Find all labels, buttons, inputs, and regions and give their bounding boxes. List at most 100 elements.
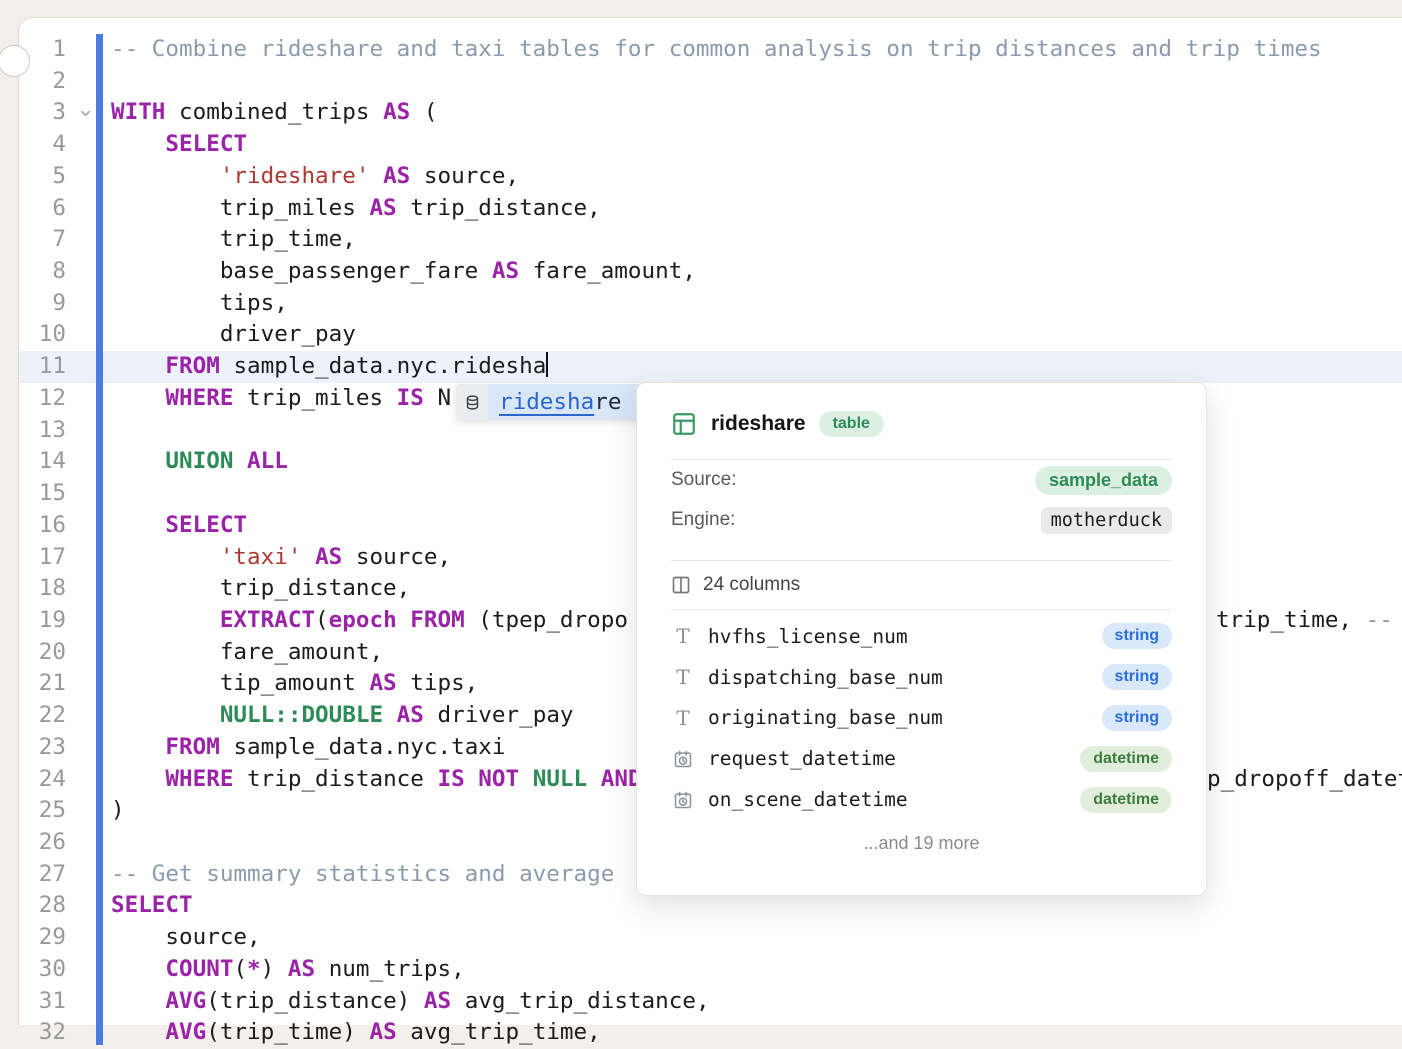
code-text-right-fragment: p_dropoff_datet (1207, 764, 1402, 796)
code-text: SELECT (111, 510, 247, 542)
fold-gutter (66, 34, 111, 66)
popup-header: rideshare table (671, 409, 1172, 439)
code-line-7[interactable]: 7 trip_time, (19, 224, 1402, 256)
autocomplete-item-rideshare[interactable]: rideshare (488, 384, 651, 420)
code-line-2[interactable]: 2 (19, 66, 1402, 98)
line-number: 17 (19, 542, 66, 574)
fold-gutter (66, 478, 111, 510)
column-name: hvfhs_license_num (708, 625, 1102, 648)
table-icon (671, 411, 697, 437)
code-text: SELECT (111, 129, 247, 161)
engine-label: Engine: (671, 509, 735, 531)
column-row: Thvfhs_license_numstring (671, 616, 1172, 657)
fold-gutter (66, 256, 111, 288)
code-line-30[interactable]: 30 COUNT(*) AS num_trips, (19, 954, 1402, 986)
fold-gutter (66, 542, 111, 574)
fold-gutter (66, 637, 111, 669)
fold-gutter (66, 1017, 111, 1049)
line-number: 12 (19, 383, 66, 415)
line-number: 25 (19, 795, 66, 827)
line-number: 21 (19, 668, 66, 700)
fold-gutter (66, 700, 111, 732)
code-line-6[interactable]: 6 trip_miles AS trip_distance, (19, 193, 1402, 225)
fold-gutter (66, 986, 111, 1018)
code-line-5[interactable]: 5 'rideshare' AS source, (19, 161, 1402, 193)
fold-gutter (66, 764, 111, 796)
calendar-clock-icon (671, 790, 695, 810)
code-line-10[interactable]: 10 driver_pay (19, 319, 1402, 351)
code-line-3[interactable]: 3WITH combined_trips AS ( (19, 97, 1402, 129)
line-number: 2 (19, 66, 66, 98)
code-line-11[interactable]: 11 FROM sample_data.nyc.ridesha (19, 351, 1402, 383)
line-number: 1 (19, 34, 66, 66)
code-text: AVG(trip_distance) AS avg_trip_distance, (111, 986, 710, 1018)
code-text: trip_distance, (111, 573, 410, 605)
line-number: 24 (19, 764, 66, 796)
cell-indicator-bar (96, 34, 103, 1045)
line-number: 23 (19, 732, 66, 764)
code-text: AVG(trip_time) AS avg_trip_time, (111, 1017, 601, 1049)
line-number: 6 (19, 193, 66, 225)
fold-gutter (66, 415, 111, 447)
source-value-badge: sample_data (1035, 466, 1172, 495)
text-type-icon: T (671, 667, 695, 687)
line-number: 14 (19, 446, 66, 478)
line-number: 8 (19, 256, 66, 288)
fold-gutter (66, 668, 111, 700)
fold-gutter (66, 193, 111, 225)
code-line-1[interactable]: 1 -- Combine rideshare and taxi tables fo… (19, 34, 1402, 66)
code-line-31[interactable]: 31 AVG(trip_distance) AS avg_trip_distan… (19, 986, 1402, 1018)
column-row: on_scene_datetimedatetime (671, 779, 1172, 820)
code-text: WHERE trip_miles IS N (111, 383, 451, 415)
source-label: Source: (671, 469, 736, 491)
column-type-badge: string (1102, 664, 1172, 690)
code-text: UNION ALL (111, 446, 288, 478)
code-text: -- Combine rideshare and taxi tables for… (111, 34, 1322, 66)
line-number: 7 (19, 224, 66, 256)
fold-gutter (66, 446, 111, 478)
code-text: trip_miles AS trip_distance, (111, 193, 601, 225)
code-line-9[interactable]: 9 tips, (19, 288, 1402, 320)
line-number: 19 (19, 605, 66, 637)
column-row: Toriginating_base_numstring (671, 698, 1172, 739)
text-cursor (546, 352, 548, 377)
line-number: 11 (19, 351, 66, 383)
column-name: request_datetime (708, 747, 1080, 770)
column-type-badge: datetime (1080, 787, 1172, 813)
code-text: fare_amount, (111, 637, 383, 669)
line-number: 16 (19, 510, 66, 542)
column-name: on_scene_datetime (708, 788, 1080, 811)
table-name-title: rideshare (711, 412, 806, 436)
columns-icon (671, 575, 691, 595)
code-text: tip_amount AS tips, (111, 668, 478, 700)
line-number: 20 (19, 637, 66, 669)
fold-gutter (66, 795, 111, 827)
columns-count-text: 24 columns (703, 574, 800, 596)
line-number: 15 (19, 478, 66, 510)
fold-gutter (66, 129, 111, 161)
code-line-8[interactable]: 8 base_passenger_fare AS fare_amount, (19, 256, 1402, 288)
code-text: SELECT (111, 890, 193, 922)
fold-gutter (66, 224, 111, 256)
columns-list: Thvfhs_license_numstringTdispatching_bas… (671, 616, 1172, 820)
line-number: 22 (19, 700, 66, 732)
fold-gutter (66, 859, 111, 891)
line-number: 26 (19, 827, 66, 859)
sql-editor-cell: 1 -- Combine rideshare and taxi tables fo… (18, 17, 1402, 1025)
code-line-4[interactable]: 4 SELECT (19, 129, 1402, 161)
fold-gutter (66, 922, 111, 954)
fold-gutter (66, 351, 111, 383)
fold-gutter (66, 383, 111, 415)
line-number: 10 (19, 319, 66, 351)
fold-chevron-icon[interactable] (66, 97, 111, 129)
line-number: 30 (19, 954, 66, 986)
code-text: -- Get summary statistics and average (111, 859, 628, 891)
fold-gutter (66, 732, 111, 764)
table-info-popup: rideshare table Source: sample_data Engi… (636, 382, 1207, 896)
text-type-icon: T (671, 708, 695, 728)
line-number: 27 (19, 859, 66, 891)
code-line-32[interactable]: 32 AVG(trip_time) AS avg_trip_time, (19, 1017, 1402, 1049)
fold-gutter (66, 510, 111, 542)
code-line-29[interactable]: 29 source, (19, 922, 1402, 954)
text-type-icon: T (671, 626, 695, 646)
